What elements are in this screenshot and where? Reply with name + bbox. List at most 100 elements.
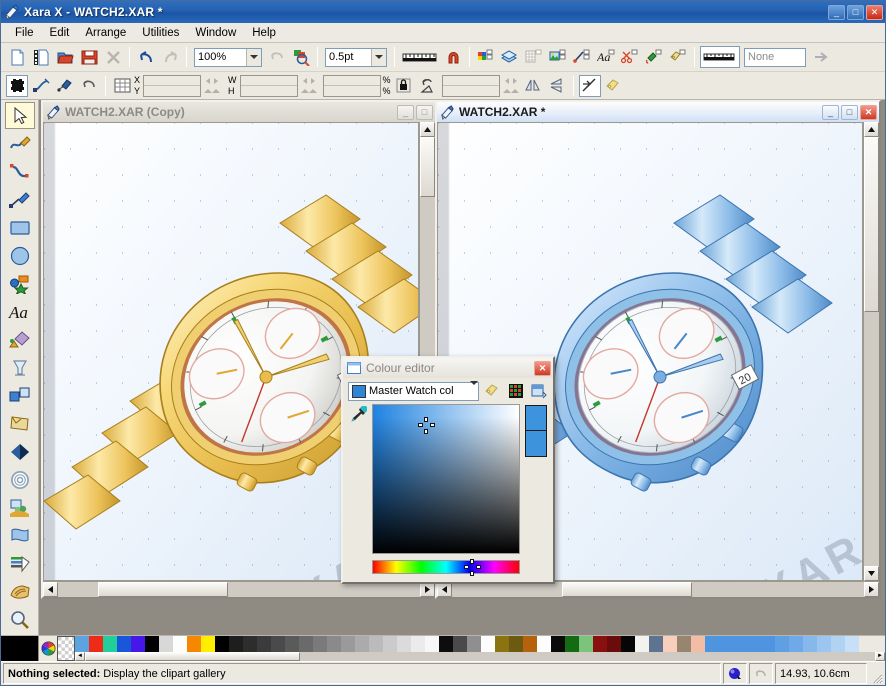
tool-contour[interactable] xyxy=(5,467,35,494)
colour-editor-title-bar[interactable]: Colour editor ✕ xyxy=(343,358,553,378)
palette-colour-swatch[interactable] xyxy=(271,636,285,652)
vertical-scroll-track[interactable] xyxy=(864,312,879,566)
lock-aspect-button[interactable] xyxy=(393,75,415,97)
tool-live-effects[interactable] xyxy=(5,523,35,550)
colour-name-gallery-button[interactable] xyxy=(483,382,502,401)
menu-help[interactable]: Help xyxy=(244,25,284,41)
doc-minimize-button[interactable]: _ xyxy=(822,105,839,120)
palette-colour-swatch[interactable] xyxy=(369,636,383,652)
hue-strip[interactable] xyxy=(372,560,520,574)
document-title-bar-copy[interactable]: WATCH2.XAR (Copy) _ □ xyxy=(43,102,435,122)
palette-colour-swatch[interactable] xyxy=(509,636,523,652)
vertical-scroll-thumb[interactable] xyxy=(864,137,879,312)
palette-colour-swatch[interactable] xyxy=(243,636,257,652)
palette-colour-swatch[interactable] xyxy=(397,636,411,652)
fill-gallery-button[interactable] xyxy=(643,46,665,68)
palette-colour-swatch[interactable] xyxy=(831,636,845,652)
apply-name-button[interactable] xyxy=(810,46,832,68)
menu-window[interactable]: Window xyxy=(187,25,244,41)
close-button[interactable]: ✕ xyxy=(866,5,883,20)
fill-handles-button[interactable] xyxy=(54,75,76,97)
palette-colour-swatch[interactable] xyxy=(817,636,831,652)
palette-colour-swatch[interactable] xyxy=(215,636,229,652)
palette-colour-swatch[interactable] xyxy=(761,636,775,652)
status-snap-panel[interactable] xyxy=(723,663,747,684)
delete-button[interactable] xyxy=(102,46,124,68)
tool-zoom[interactable] xyxy=(5,607,35,634)
x-value[interactable] xyxy=(144,76,200,87)
new-document-button[interactable] xyxy=(6,46,28,68)
tool-bitmap-tracer[interactable] xyxy=(5,551,35,578)
tool-shape-editor[interactable] xyxy=(5,158,35,185)
scroll-right-button[interactable] xyxy=(420,582,435,597)
palette-colour-swatch[interactable] xyxy=(649,636,663,652)
palette-colour-swatch[interactable] xyxy=(635,636,649,652)
palette-colour-swatch[interactable] xyxy=(663,636,677,652)
rotate-value-button[interactable] xyxy=(417,75,439,97)
menu-utilities[interactable]: Utilities xyxy=(134,25,187,41)
tool-push[interactable] xyxy=(5,579,35,606)
rotate-skew-spinner[interactable] xyxy=(501,75,521,97)
palette-colour-swatch[interactable] xyxy=(355,636,369,652)
doc-maximize-button[interactable]: □ xyxy=(841,105,858,120)
horizontal-scroll-track[interactable] xyxy=(692,582,864,597)
document-title-bar-main[interactable]: WATCH2.XAR * _ □ ✕ xyxy=(437,102,879,122)
scroll-up-button[interactable] xyxy=(864,122,879,137)
horizontal-scroll-thumb[interactable] xyxy=(98,582,228,597)
palette-colour-swatch[interactable] xyxy=(705,636,719,652)
new-animation-button[interactable] xyxy=(30,46,52,68)
snap-to-grid-button[interactable] xyxy=(442,46,464,68)
tool-fill[interactable] xyxy=(5,326,35,353)
palette-colour-swatch[interactable] xyxy=(75,636,89,652)
scale-line-widths-button[interactable] xyxy=(579,75,601,97)
colour-gallery-button[interactable] xyxy=(475,46,497,68)
font-gallery-button[interactable]: Aa xyxy=(595,46,617,68)
palette-colour-swatch[interactable] xyxy=(803,636,817,652)
redo-button[interactable] xyxy=(159,46,181,68)
undo-button[interactable] xyxy=(135,46,157,68)
line-width-combo[interactable]: 0.5pt xyxy=(325,48,387,67)
palette-colour-swatch[interactable] xyxy=(383,636,397,652)
horizontal-scroll-thumb[interactable] xyxy=(562,582,692,597)
xy-spinner[interactable] xyxy=(202,75,222,97)
horizontal-scroll-track[interactable] xyxy=(58,582,98,597)
status-undo-panel[interactable] xyxy=(749,663,773,684)
scroll-down-button[interactable] xyxy=(864,566,879,581)
skew-value[interactable] xyxy=(443,86,499,96)
palette-colour-swatch[interactable] xyxy=(103,636,117,652)
edit-handles-button[interactable] xyxy=(30,75,52,97)
flip-horizontal-button[interactable] xyxy=(522,75,544,97)
tool-shadow[interactable] xyxy=(5,495,35,522)
tool-quickshape[interactable] xyxy=(5,270,35,297)
palette-colour-swatch[interactable] xyxy=(607,636,621,652)
tool-pen[interactable] xyxy=(5,186,35,213)
palette-colour-swatch[interactable] xyxy=(523,636,537,652)
palette-colour-swatch[interactable] xyxy=(187,636,201,652)
palette-colour-swatch[interactable] xyxy=(495,636,509,652)
tool-text[interactable]: Aa xyxy=(5,298,35,325)
zoom-to-drawing-button[interactable] xyxy=(290,46,312,68)
tool-selector[interactable] xyxy=(5,102,35,129)
palette-colour-swatch[interactable] xyxy=(201,636,215,652)
minimize-button[interactable]: _ xyxy=(828,5,845,20)
snap-objects-button[interactable] xyxy=(111,75,133,97)
palette-colour-swatch[interactable] xyxy=(173,636,187,652)
y-value[interactable] xyxy=(144,86,200,96)
apply-object-name-button[interactable] xyxy=(603,75,625,97)
palette-colour-swatch[interactable] xyxy=(537,636,551,652)
w-value[interactable] xyxy=(241,76,297,87)
palette-colour-swatch[interactable] xyxy=(425,636,439,652)
scroll-up-button[interactable] xyxy=(420,122,435,137)
tool-rectangle[interactable] xyxy=(5,214,35,241)
tool-freehand[interactable] xyxy=(5,130,35,157)
layer-gallery-button[interactable] xyxy=(499,46,521,68)
rotate-handles-button[interactable] xyxy=(78,75,100,97)
doc-maximize-button[interactable]: □ xyxy=(416,105,433,120)
bitmap-gallery-button[interactable] xyxy=(547,46,569,68)
show-rulers-button[interactable] xyxy=(400,46,440,68)
tool-mould[interactable] xyxy=(5,411,35,438)
palette-colour-swatch[interactable] xyxy=(719,636,733,652)
object-name-combo[interactable]: None xyxy=(744,48,806,67)
palette-colour-swatch[interactable] xyxy=(89,636,103,652)
palette-colour-swatch[interactable] xyxy=(845,636,859,652)
